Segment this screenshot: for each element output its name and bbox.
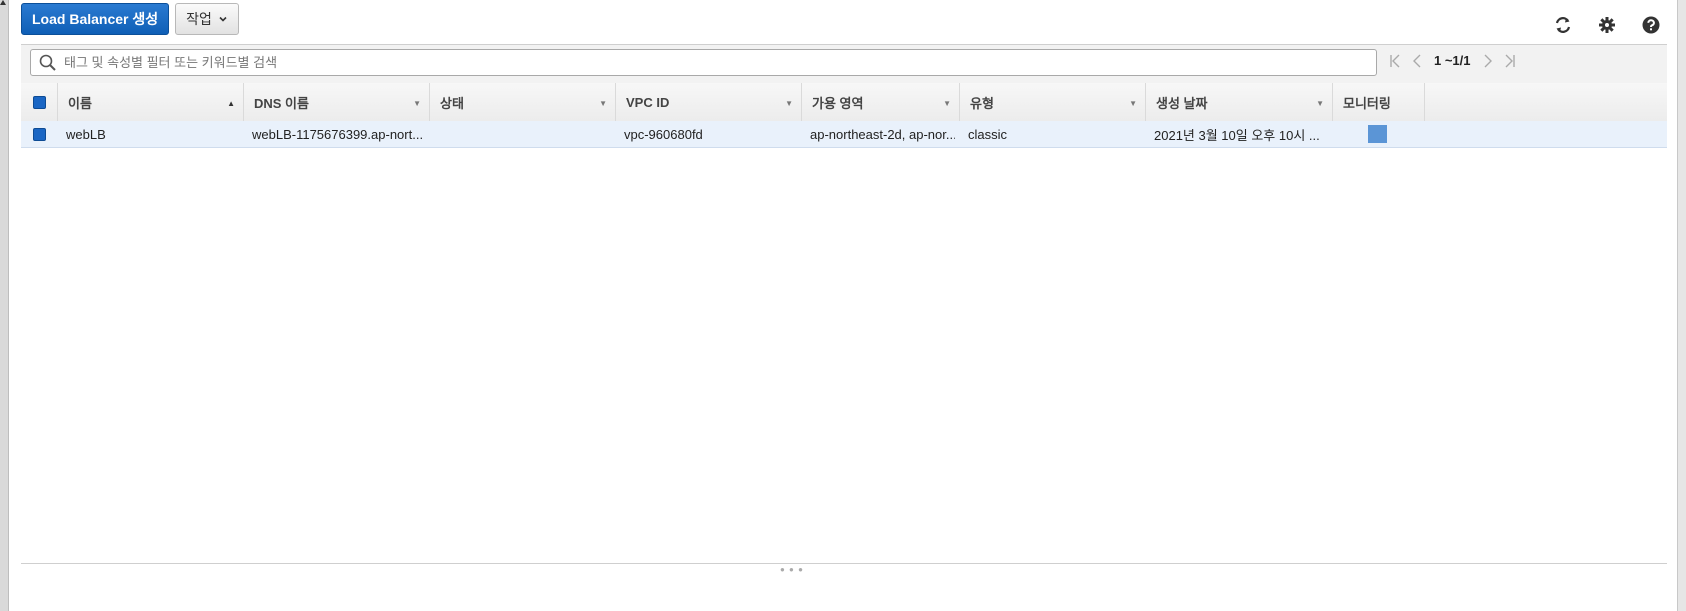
create-load-balancer-button[interactable]: Load Balancer 생성 <box>21 3 170 35</box>
column-header-label: 유형 <box>970 95 994 111</box>
resize-handle-icon[interactable]: ● ● ● <box>780 565 804 574</box>
filter-bar: 1 ~1/1 <box>21 45 1667 84</box>
gear-icon[interactable] <box>1596 14 1618 36</box>
pagination: 1 ~1/1 <box>1389 53 1516 68</box>
page-count: 1 ~1/1 <box>1434 53 1471 68</box>
cell-created: 2021년 3월 10일 오후 10시 ... <box>1154 127 1320 143</box>
sort-icon: ▼ <box>785 99 793 108</box>
table-header: 이름 ▲ DNS 이름 ▼ 상태 ▼ VPC ID ▼ 가용 영역 ▼ 유형 ▼… <box>21 83 1667 122</box>
sort-icon: ▼ <box>1316 99 1324 108</box>
right-scroll-rail[interactable] <box>1677 0 1686 611</box>
column-header-created[interactable]: 생성 날짜 ▼ <box>1146 83 1333 121</box>
monitoring-chart-icon[interactable] <box>1368 125 1387 143</box>
panel-bottom-divider <box>21 563 1667 564</box>
actions-label: 작업 <box>186 11 212 27</box>
column-header-name[interactable]: 이름 ▲ <box>58 83 244 121</box>
sort-icon: ▼ <box>1129 99 1137 108</box>
sort-icon: ▼ <box>413 99 421 108</box>
column-header-vpc[interactable]: VPC ID ▼ <box>616 83 802 121</box>
column-header-label: DNS 이름 <box>254 95 309 111</box>
cell-vpc: vpc-960680fd <box>624 126 703 142</box>
select-all-checkbox[interactable] <box>32 95 46 109</box>
help-icon[interactable] <box>1640 14 1662 36</box>
chevron-down-icon <box>219 16 227 22</box>
row-select-cell <box>33 121 53 147</box>
column-header-az[interactable]: 가용 영역 ▼ <box>802 83 960 121</box>
column-header-label: VPC ID <box>626 94 670 110</box>
row-checkbox[interactable] <box>33 127 46 141</box>
column-header-type[interactable]: 유형 ▼ <box>960 83 1146 121</box>
cell-state <box>438 121 608 147</box>
search-box[interactable] <box>30 49 1377 76</box>
cell-az: ap-northeast-2d, ap-nor... <box>810 126 955 142</box>
create-load-balancer-label: Load Balancer 생성 <box>32 11 159 27</box>
sort-icon: ▼ <box>943 99 951 108</box>
last-page-icon[interactable] <box>1504 54 1516 68</box>
toolbar: Load Balancer 생성 작업 <box>21 3 239 36</box>
sort-icon: ▼ <box>599 99 607 108</box>
column-header-dns[interactable]: DNS 이름 ▼ <box>244 83 430 121</box>
select-all-cell <box>21 83 58 121</box>
table-row[interactable]: webLB webLB-1175676399.ap-nort... vpc-96… <box>21 121 1667 148</box>
prev-page-icon[interactable] <box>1413 54 1422 68</box>
column-header-label: 상태 <box>440 95 464 111</box>
column-header-label: 모니터링 <box>1343 95 1391 111</box>
column-header-label: 이름 <box>68 95 92 111</box>
next-page-icon[interactable] <box>1483 54 1492 68</box>
load-balancer-table-panel: 1 ~1/1 이름 ▲ DNS 이름 ▼ 상태 ▼ VPC ID ▼ <box>21 44 1667 565</box>
refresh-icon[interactable] <box>1552 14 1574 36</box>
actions-dropdown-button[interactable]: 작업 <box>175 3 239 35</box>
column-header-state[interactable]: 상태 ▼ <box>430 83 616 121</box>
left-scroll-rail[interactable] <box>0 0 9 611</box>
column-header-label: 생성 날짜 <box>1156 95 1208 111</box>
search-input[interactable] <box>62 50 1376 75</box>
column-header-label: 가용 영역 <box>812 95 864 111</box>
cell-monitoring <box>1368 121 1392 147</box>
first-page-icon[interactable] <box>1389 54 1401 68</box>
rail-up-arrow-icon[interactable] <box>0 0 6 5</box>
column-header-monitoring[interactable]: 모니터링 <box>1333 83 1425 121</box>
sort-ascending-icon: ▲ <box>227 99 235 108</box>
search-icon <box>39 54 56 71</box>
top-right-icons <box>1552 14 1662 36</box>
cell-name: webLB <box>66 126 106 142</box>
cell-type: classic <box>968 126 1008 142</box>
cell-dns: webLB-1175676399.ap-nort... <box>252 126 422 142</box>
